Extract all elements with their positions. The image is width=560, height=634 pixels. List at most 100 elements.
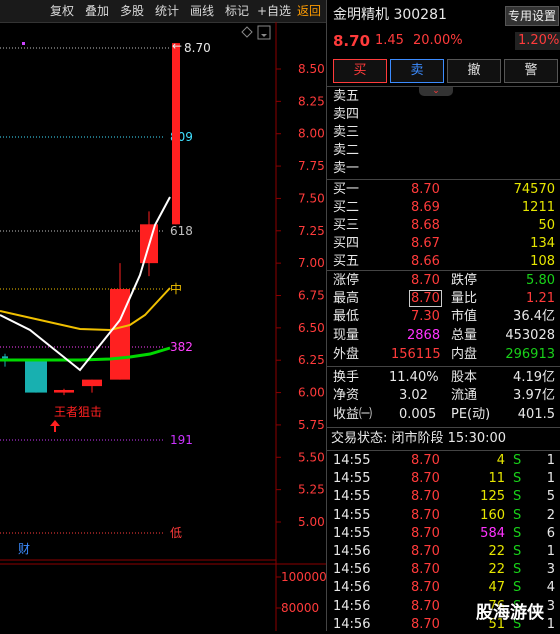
trade-price: 8.70	[411, 489, 440, 505]
candle-body	[54, 389, 74, 393]
change-percent: 20.00%	[413, 33, 463, 48]
statistics-button[interactable]: 统计	[155, 3, 179, 19]
bid-volume: 134	[530, 236, 555, 251]
ma-green-line	[0, 346, 171, 362]
overlay-button[interactable]: 叠加	[85, 3, 109, 19]
high-label: 最高	[333, 291, 360, 306]
top-arrow-icon: ←	[172, 39, 182, 53]
quote-panel: 金明精机 300281 专用设置 8.70 1.45 20.00% 1.20% …	[326, 0, 560, 632]
limit-up-label: 涨停	[333, 273, 360, 288]
price-tick-label: 6.00	[298, 386, 325, 400]
candle-body	[2, 356, 8, 359]
price-tick-label: 8.50	[298, 62, 325, 76]
ask5-label: 卖五	[333, 89, 360, 104]
scroll-icon[interactable]	[257, 25, 271, 40]
trade-row: 14:55 8.70 4 S 1	[327, 452, 560, 470]
current-price: 8.70	[333, 32, 371, 50]
outer-volume-value: 156115	[391, 347, 441, 362]
eps-label: 收益㈠	[333, 407, 373, 422]
trade-price: 8.70	[411, 525, 440, 541]
level-label-low: 低	[170, 526, 182, 540]
trade-status: 交易状态: 闭市阶段 15:30:00	[331, 431, 507, 446]
net-assets-value: 3.02	[399, 388, 428, 403]
mark-button[interactable]: 标记	[225, 3, 249, 19]
watermark: 股海游侠	[476, 603, 544, 623]
trade-volume: 47	[488, 580, 505, 596]
float-shares-label: 流通	[451, 388, 478, 403]
purple-marker	[22, 42, 25, 45]
bid-price: 8.67	[411, 236, 440, 251]
trade-time: 14:56	[333, 562, 371, 578]
trade-side: S	[513, 562, 522, 578]
kline-chart[interactable]: 8.50 8.25 8.00 7.75 7.50 7.25 7.00 6.75 6.50 6.25…	[0, 22, 326, 631]
buy-button[interactable]: 买	[333, 59, 387, 83]
diamond-icon[interactable]	[241, 26, 253, 38]
trade-count: 6	[546, 525, 555, 541]
inner-volume-label: 内盘	[451, 347, 478, 362]
bid-price: 8.66	[411, 254, 440, 269]
trade-count: 1	[546, 616, 555, 632]
bid-label: 买五	[333, 254, 360, 269]
trade-row: 14:56 8.70 22 S 1	[327, 543, 560, 561]
trade-time: 14:55	[333, 471, 371, 487]
trade-time: 14:55	[333, 525, 371, 541]
trade-volume: 4	[496, 453, 505, 468]
price-tick-label: 6.75	[298, 289, 325, 303]
bid-label: 买四	[333, 236, 360, 251]
ma-yellow-line	[0, 287, 171, 332]
price-tick-label: 5.75	[298, 418, 325, 432]
low-value: 7.30	[411, 309, 440, 324]
fuquan-button[interactable]: 复权	[50, 3, 74, 19]
current-volume-label: 现量	[333, 328, 360, 343]
trade-row: 14:55 8.70 125 S 5	[327, 488, 560, 506]
back-button[interactable]: 返回	[297, 3, 321, 19]
trade-count: 2	[546, 507, 555, 523]
trade-time: 14:56	[333, 598, 371, 614]
trade-row: 14:55 8.70 584 S 6	[327, 525, 560, 543]
price-tick-label: 7.75	[298, 159, 325, 173]
trade-price: 8.70	[411, 562, 440, 578]
price-tick-label: 7.00	[298, 256, 325, 270]
trade-price: 8.70	[411, 598, 440, 614]
price-tick-label: 7.50	[298, 191, 325, 205]
trade-time: 14:56	[333, 580, 371, 596]
share-capital-label: 股本	[451, 370, 478, 385]
bid-label: 买二	[333, 200, 360, 215]
trade-volume: 584	[480, 525, 505, 541]
trade-row: 14:55 8.70 160 S 2	[327, 507, 560, 525]
alert-button[interactable]: 警	[504, 59, 558, 83]
ask1-label: 卖一	[333, 161, 360, 176]
bid-row: 买三 8.68 50	[327, 217, 560, 235]
current-volume-value: 2868	[407, 328, 441, 343]
outer-volume-label: 外盘	[333, 347, 360, 362]
trade-price: 8.70	[411, 471, 440, 487]
trade-row: 14:56 8.70 22 S 3	[327, 561, 560, 579]
volume-ratio-value: 1.21	[526, 291, 555, 306]
low-label: 最低	[333, 309, 360, 324]
trade-side: S	[513, 544, 522, 559]
cai-marker[interactable]: 财	[18, 542, 30, 556]
price-change: 1.45	[375, 33, 404, 48]
cancel-button[interactable]: 撤	[447, 59, 501, 83]
trade-side: S	[513, 489, 522, 505]
draw-line-button[interactable]: 画线	[190, 3, 214, 19]
bid-volume: 1211	[521, 200, 555, 215]
float-shares-value: 3.97亿	[513, 388, 555, 403]
settings-button[interactable]: 专用设置	[505, 6, 559, 26]
limit-down-label: 跌停	[451, 273, 478, 288]
trade-price: 8.70	[411, 580, 440, 596]
ask2-label: 卖二	[333, 143, 360, 158]
signal-annotation: 王者狙击	[54, 405, 102, 419]
turnover-label: 换手	[333, 370, 360, 385]
trade-count: 1	[546, 453, 555, 468]
sell-button[interactable]: 卖	[390, 59, 444, 83]
multi-stock-button[interactable]: 多股	[120, 3, 144, 19]
bid-price: 8.69	[411, 200, 440, 215]
ask3-label: 卖三	[333, 125, 360, 140]
trade-count: 3	[546, 598, 555, 614]
high-value: 8.70	[409, 290, 442, 307]
trade-count: 1	[546, 544, 555, 559]
trade-side: S	[513, 507, 522, 523]
add-watchlist-button[interactable]: +自选	[257, 3, 291, 19]
trade-count: 3	[546, 562, 555, 578]
